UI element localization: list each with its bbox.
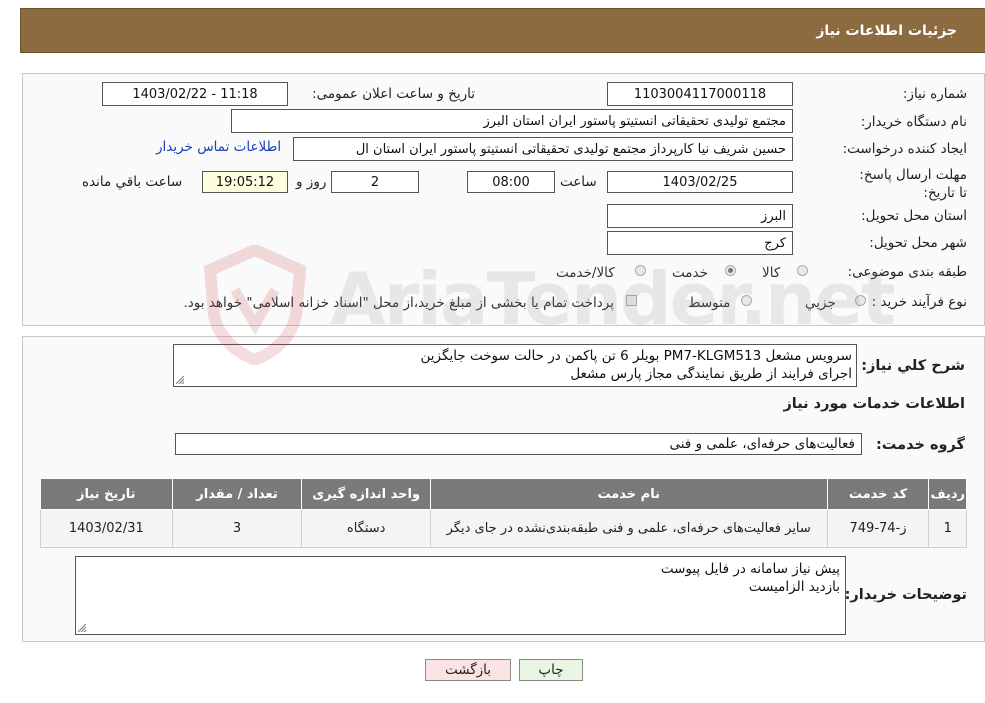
col-header-quantity: تعداد / مقدار [171, 478, 303, 510]
treasury-payment-checkbox[interactable] [626, 295, 637, 306]
creator-label: ایجاد کننده درخواست: [842, 141, 967, 157]
province-label: استان محل تحویل: [861, 208, 967, 224]
need-number-field: 1103004117000118 [607, 82, 793, 106]
buyer-org-label: نام دستگاه خریدار: [860, 114, 967, 130]
remaining-time-field: 19:05:12 [202, 171, 288, 193]
deadline-date-field: 1403/02/25 [607, 171, 793, 193]
category-radio-service[interactable] [725, 265, 736, 276]
process-option-minor: جزیي [805, 295, 836, 311]
description-textarea[interactable]: سرویس مشعل PM7-KLGM513 بویلر 6 تن پاکمن … [173, 344, 857, 387]
deadline-time-label: ساعت [560, 174, 597, 190]
process-radio-minor[interactable] [855, 295, 866, 306]
category-option-service: خدمت [672, 265, 708, 281]
days-label: روز و [296, 174, 327, 190]
buyer-contact-link[interactable]: اطلاعات تماس خریدار [156, 139, 281, 155]
cell-service-name: سایر فعالیت‌های حرفه‌ای، علمی و فنی طبقه… [429, 509, 828, 548]
resize-grip-icon[interactable] [78, 624, 86, 632]
buyer-notes-textarea[interactable]: پیش نیاز سامانه در فایل پیوست بازدید الز… [75, 556, 846, 635]
city-label: شهر محل تحویل: [869, 235, 967, 251]
col-header-service-code: کد خدمت [826, 478, 930, 510]
payment-note: پرداخت تمام یا بخشی از مبلغ خرید،از محل … [183, 295, 614, 311]
province-field: البرز [607, 204, 793, 228]
services-table: ردیف کد خدمت نام خدمت واحد اندازه گیری ت… [40, 478, 967, 548]
cell-quantity: 3 [171, 509, 303, 548]
cell-need-date: 1403/02/31 [40, 509, 173, 548]
buyer-notes-line-2: بازدید الزامیست [748, 579, 840, 595]
remaining-label: ساعت باقي مانده [82, 174, 183, 190]
buyer-notes-line-1: پیش نیاز سامانه در فایل پیوست [660, 561, 840, 577]
service-group-label: گروه خدمت: [875, 437, 965, 453]
category-radio-goods-service[interactable] [635, 265, 646, 276]
cell-service-code: ز-74-749 [826, 509, 930, 548]
category-option-goods-service: کالا/خدمت [556, 265, 615, 281]
back-button[interactable]: بازگشت [425, 659, 511, 681]
process-type-label: نوع فرآیند خرید : [871, 294, 967, 310]
table-row: 1 ز-74-749 سایر فعالیت‌های حرفه‌ای، علمی… [40, 509, 967, 548]
announce-datetime-label: تاریخ و ساعت اعلان عمومی: [312, 86, 475, 102]
col-header-need-date: تاریخ نیاز [40, 478, 173, 510]
page-header: جزئیات اطلاعات نیاز [20, 8, 985, 53]
buyer-notes-label: توضیحات خریدار: [844, 587, 967, 603]
print-button[interactable]: چاپ [519, 659, 583, 681]
col-header-row-number: ردیف [928, 478, 967, 510]
cell-row-number: 1 [928, 509, 967, 548]
cell-unit: دستگاه [301, 509, 431, 548]
announce-datetime-field: 1403/02/22 - 11:18 [102, 82, 288, 106]
description-line-2: اجرای فرایند از طریق نمایندگی مجاز پارس … [570, 366, 852, 382]
service-group-field: فعالیت‌های حرفه‌ای، علمی و فنی [175, 433, 862, 455]
process-radio-medium[interactable] [741, 295, 752, 306]
description-label: شرح کلي نیاز: [861, 358, 965, 374]
resize-grip-icon[interactable] [176, 376, 184, 384]
deadline-label: مهلت ارسال پاسخ: تا تاریخ: [859, 167, 967, 201]
process-option-medium: متوسط [688, 295, 731, 311]
table-header-row: ردیف کد خدمت نام خدمت واحد اندازه گیری ت… [40, 478, 967, 510]
category-label: طبقه بندی موضوعی: [847, 264, 967, 280]
creator-field: حسین شریف نیا کارپرداز مجتمع تولیدی تحقی… [293, 137, 793, 161]
category-radio-goods[interactable] [797, 265, 808, 276]
description-line-1: سرویس مشعل PM7-KLGM513 بویلر 6 تن پاکمن … [420, 348, 853, 364]
col-header-unit: واحد اندازه گیری [301, 478, 431, 510]
buyer-org-field: مجتمع تولیدی تحقیقاتی انستیتو پاستور ایر… [231, 109, 793, 133]
services-section-title: اطلاعات خدمات مورد نیاز [783, 396, 965, 412]
page-title: جزئیات اطلاعات نیاز [816, 22, 957, 39]
city-field: کرج [607, 231, 793, 255]
need-number-label: شماره نیاز: [902, 86, 967, 102]
category-option-goods: کالا [762, 265, 781, 281]
days-field: 2 [331, 171, 419, 193]
col-header-service-name: نام خدمت [429, 478, 828, 510]
deadline-time-field: 08:00 [467, 171, 555, 193]
